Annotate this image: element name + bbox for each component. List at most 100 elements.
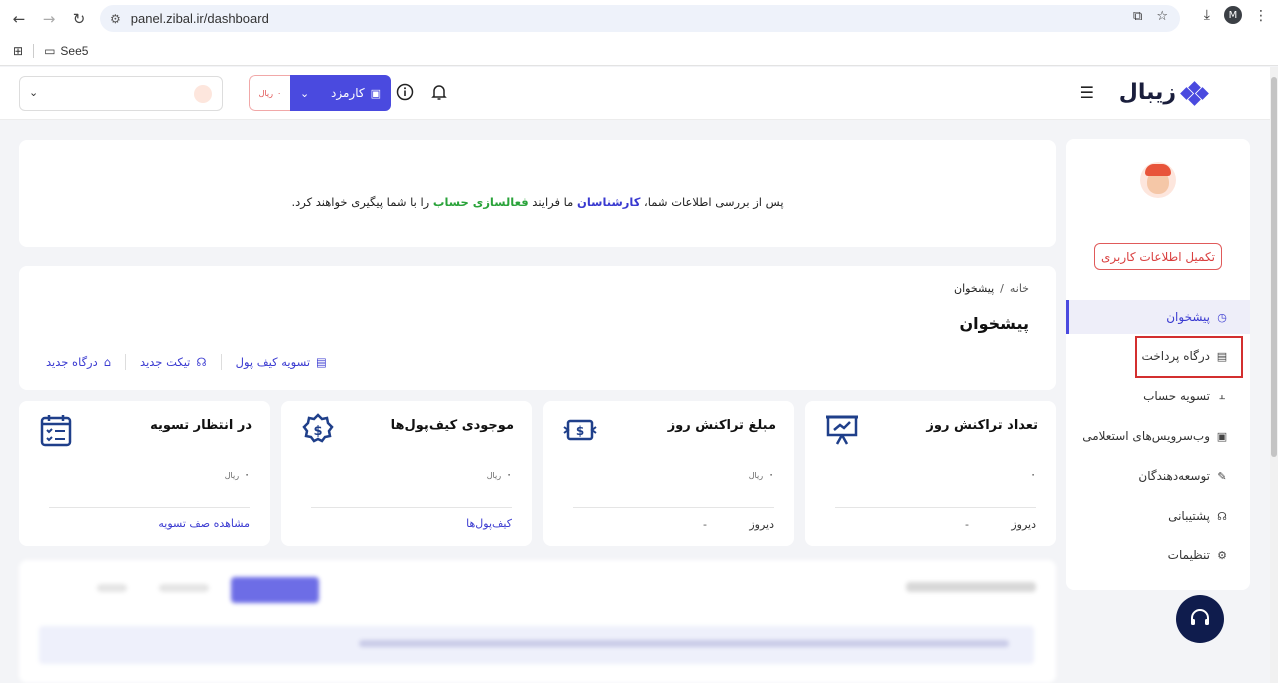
new-gateway-button[interactable]: ⌂ درگاه جدید — [46, 355, 111, 369]
stat-value: ۰ ریال — [487, 468, 512, 481]
sidebar-item-settlement[interactable]: تسویه حساب ⫠ — [1066, 379, 1250, 413]
scrollbar-thumb[interactable] — [1271, 77, 1277, 457]
complete-profile-button[interactable]: تکمیل اطلاعات کاربری — [1094, 243, 1222, 270]
stat-card-transactions-amount: مبلغ تراکنش روز $ ۰ ریال دیروز - — [543, 401, 794, 546]
stat-yesterday-value: - — [703, 518, 707, 531]
bookmark-star-icon[interactable]: ☆ — [1156, 9, 1168, 24]
stat-value: ۰ ریال — [225, 468, 250, 481]
fee-amount: ۰ — [277, 88, 282, 98]
download-icon[interactable]: ⤓ — [1204, 7, 1210, 23]
install-app-icon[interactable]: ⧉ — [1133, 9, 1142, 24]
support-chat-button[interactable] — [1176, 595, 1224, 643]
sidebar-item-settings[interactable]: تنظیمات ⚙ — [1066, 538, 1250, 572]
sidebar-item-label: تسویه حساب — [1143, 389, 1210, 403]
fee-value: ریال ۰ — [249, 75, 290, 111]
fee-label: کارمزد — [331, 86, 365, 100]
back-icon[interactable]: ← — [4, 4, 34, 34]
settlement-queue-link[interactable]: مشاهده صف تسویه — [158, 517, 250, 530]
wallets-link[interactable]: کیف‌پول‌ها — [466, 517, 512, 530]
fee-button[interactable]: ⌄ کارمزد ▣ — [290, 75, 391, 111]
wallet-settle-button[interactable]: ▤ تسویه کیف پول — [236, 355, 327, 369]
blurred-button — [231, 577, 319, 603]
calendar-list-icon — [39, 413, 73, 447]
action-divider — [125, 354, 127, 370]
page-scrollbar[interactable] — [1270, 67, 1278, 683]
svg-text:$: $ — [313, 424, 322, 439]
gauge-icon: ◷ — [1217, 310, 1227, 324]
browser-menu-icon[interactable]: ⋮ — [1254, 8, 1268, 24]
stat-card-transactions-count: تعداد تراکنش روز ۰ دیروز - — [805, 401, 1056, 546]
notice-text: پس از بررسی اطلاعات شما، کارشناسان ما فر… — [19, 195, 1056, 209]
breadcrumb-home[interactable]: خانه — [1010, 282, 1029, 295]
stat-divider — [573, 507, 774, 508]
app-header: ⌄ ریال ۰ ⌄ کارمزد ▣ ☰ زیبال — [0, 67, 1270, 120]
forward-icon[interactable]: → — [34, 4, 64, 34]
zibal-logo[interactable]: زیبال — [1119, 80, 1209, 106]
chevron-down-icon: ⌄ — [29, 86, 39, 99]
money-exchange-icon: $ — [563, 413, 597, 447]
address-bar[interactable]: ⚙ panel.zibal.ir/dashboard ⧉ ☆ — [100, 5, 1180, 32]
page-title: پیشخوان — [959, 314, 1029, 333]
sidebar-item-dashboard[interactable]: پیشخوان ◷ — [1066, 300, 1250, 334]
stat-number: ۰ — [1030, 468, 1036, 481]
notice-activation: فعالسازی حساب — [432, 195, 529, 209]
action-divider — [220, 354, 222, 370]
bookmark-folder-label: See5 — [60, 44, 89, 58]
stat-title: در انتظار تسویه — [150, 418, 252, 433]
headset-icon: ☊ — [1217, 509, 1227, 523]
notice-part2: ما فرایند — [528, 195, 578, 209]
stat-value: ۰ ریال — [749, 468, 774, 481]
avatar-hair — [1145, 164, 1171, 176]
bookmark-folder[interactable]: ▭ See5 — [44, 44, 88, 58]
sidebar-collapse-icon[interactable]: ☰ — [1080, 83, 1094, 102]
sidebar-item-label: وب‌سرویس‌های استعلامی — [1082, 429, 1210, 443]
site-settings-icon[interactable]: ⚙ — [110, 12, 121, 26]
dollar-gear-icon: $ — [301, 413, 335, 447]
sidebar-item-label: تنظیمات — [1167, 548, 1210, 562]
dashboard-header-card: خانه / پیشخوان پیشخوان ▤ تسویه کیف پول ☊… — [19, 266, 1056, 390]
fee-widget[interactable]: ریال ۰ ⌄ کارمزد ▣ — [249, 75, 391, 111]
notice-card: پس از بررسی اطلاعات شما، کارشناسان ما فر… — [19, 140, 1056, 247]
new-ticket-button[interactable]: ☊ تیکت جدید — [140, 355, 207, 369]
sidebar-item-label: پیشخوان — [1166, 310, 1210, 324]
blurred-tab — [97, 584, 127, 592]
sidebar-item-inquiry-services[interactable]: وب‌سرویس‌های استعلامی ▣ — [1066, 419, 1250, 453]
blurred-gateway-card — [19, 560, 1056, 683]
stat-title: موجودی کیف‌پول‌ها — [390, 418, 514, 433]
logo-mark-icon — [1180, 80, 1209, 106]
bank-icon: ⌂ — [103, 355, 112, 369]
blurred-text — [359, 640, 1009, 647]
bookmarks-bar: ⊞ ▭ See5 — [0, 37, 1278, 66]
breadcrumb-current: پیشخوان — [954, 282, 995, 295]
stat-yesterday-label: دیروز — [749, 518, 774, 531]
chevron-down-icon: ⌄ — [300, 86, 310, 100]
info-icon[interactable] — [396, 83, 414, 105]
bell-icon[interactable] — [431, 83, 447, 105]
sidebar-item-support[interactable]: پشتیبانی ☊ — [1066, 499, 1250, 533]
url-text: panel.zibal.ir/dashboard — [130, 11, 269, 26]
chart-icon: ⫠ — [1218, 389, 1226, 402]
highlight-annotation — [1135, 336, 1243, 378]
profile-avatar[interactable]: M — [1224, 6, 1242, 24]
stat-number: ۰ — [244, 468, 250, 481]
notice-part3: را با شما پیگیری خواهند کرد. — [291, 195, 433, 209]
headset-icon: ☊ — [196, 355, 207, 369]
notice-experts: کارشناسان — [577, 195, 641, 209]
stat-unit: ریال — [486, 471, 502, 480]
stat-yesterday-value: - — [965, 518, 969, 531]
stat-divider — [49, 507, 250, 508]
presentation-chart-icon — [825, 413, 859, 447]
sidebar-item-developers[interactable]: توسعه‌دهندگان ✎ — [1066, 459, 1250, 493]
notice-part1: پس از بررسی اطلاعات شما، — [640, 195, 784, 209]
headset-icon — [1188, 606, 1212, 633]
reload-icon[interactable]: ↻ — [64, 4, 94, 34]
user-avatar[interactable] — [1140, 162, 1176, 198]
stat-value: ۰ — [1030, 468, 1036, 481]
apps-grid-icon[interactable]: ⊞ — [13, 44, 23, 58]
merchant-select[interactable]: ⌄ — [19, 76, 223, 111]
receipt-icon: ▣ — [370, 86, 381, 100]
new-gateway-label: درگاه جدید — [46, 355, 98, 369]
merchant-avatar — [194, 85, 212, 103]
bookmark-divider — [33, 44, 35, 58]
quick-actions: ▤ تسویه کیف پول ☊ تیکت جدید ⌂ درگاه جدید — [46, 354, 327, 370]
